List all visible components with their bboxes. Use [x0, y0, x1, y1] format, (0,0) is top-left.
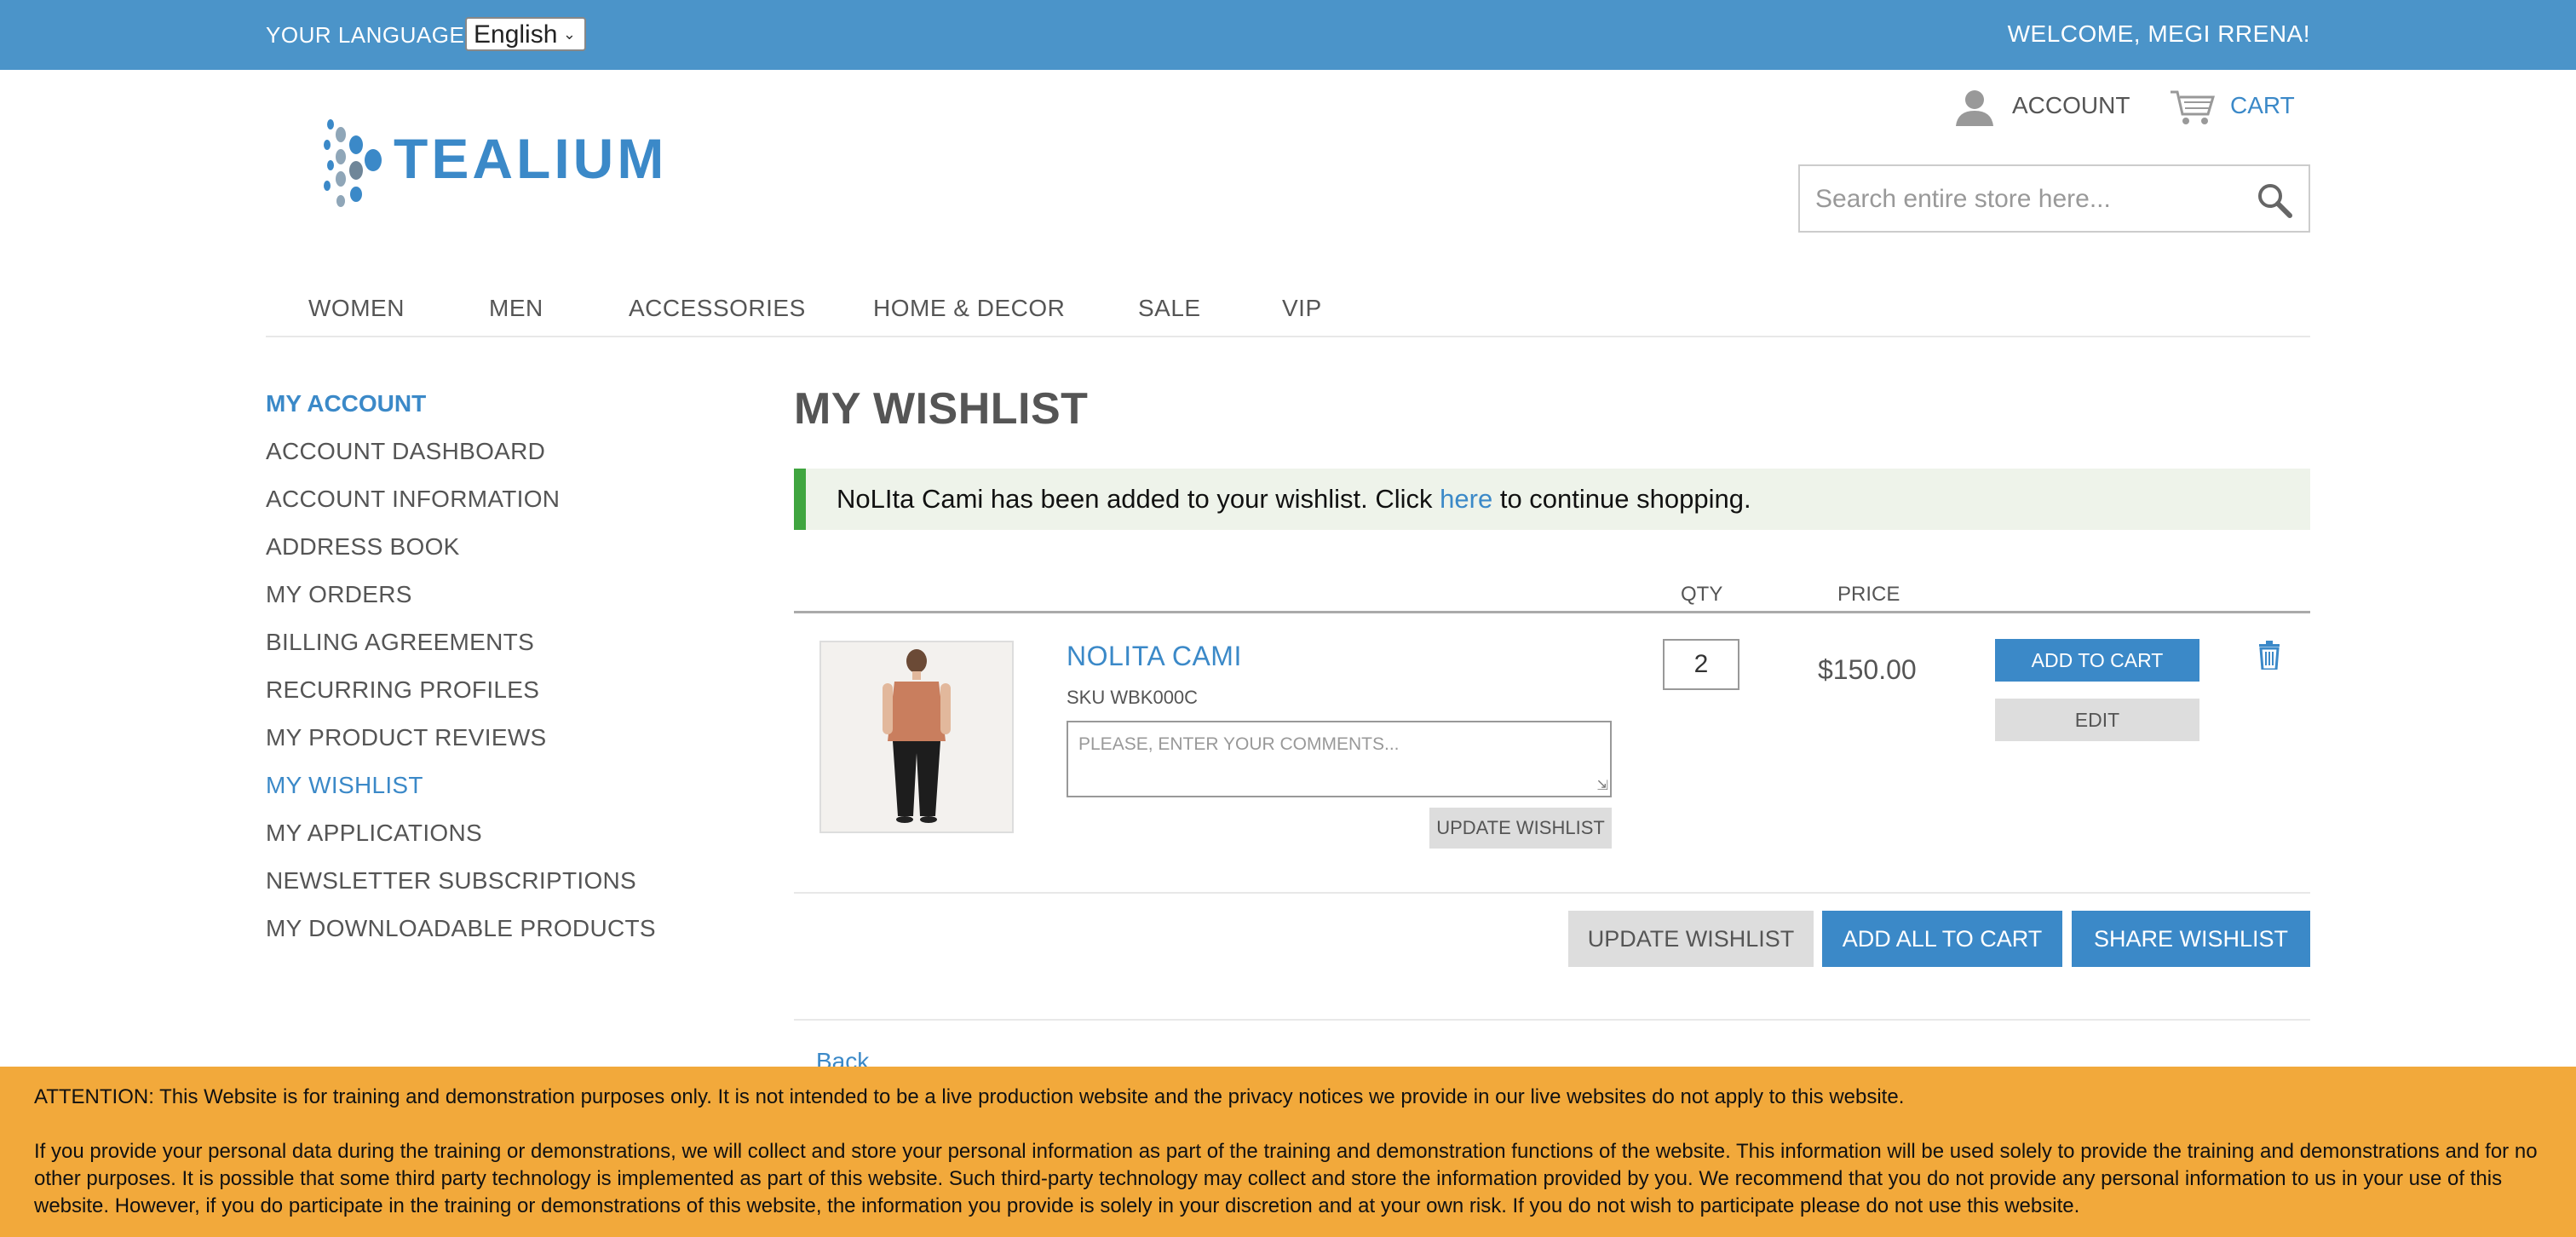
update-wishlist-button[interactable]: UPDATE WISHLIST	[1568, 911, 1814, 967]
attention-text: ATTENTION: This Website is for training …	[34, 1085, 1905, 1108]
logo-mark-icon	[324, 119, 382, 207]
nav-item-vip[interactable]: VIP	[1282, 295, 1322, 322]
sidebar-item-my-product-reviews[interactable]: MY PRODUCT REVIEWS	[266, 724, 547, 751]
search-icon[interactable]	[2256, 181, 2293, 219]
cart-icon	[2171, 90, 2216, 124]
search-placeholder: Search entire store here...	[1815, 185, 2111, 213]
comment-textarea[interactable]: PLEASE, ENTER YOUR COMMENTS... ⇲	[1067, 721, 1612, 797]
sidebar-title: MY ACCOUNT	[266, 390, 427, 417]
language-label: YOUR LANGUAGE:	[266, 22, 472, 48]
product-price: $150.00	[1818, 654, 1917, 685]
comment-placeholder: PLEASE, ENTER YOUR COMMENTS...	[1078, 734, 1400, 754]
edit-button[interactable]: EDIT	[1995, 699, 2199, 741]
product-photo	[821, 642, 1012, 831]
actions-divider	[794, 1019, 2310, 1021]
sidebar-item-newsletter-subscriptions[interactable]: NEWSLETTER SUBSCRIPTIONS	[266, 867, 636, 895]
success-message: NoLIta Cami has been added to your wishl…	[794, 469, 2310, 530]
product-sku: SKU WBK000C	[1067, 687, 1199, 708]
quantity-input[interactable]: 2	[1663, 639, 1739, 690]
welcome-message: WELCOME, MEGI RRENA!	[2007, 20, 2310, 47]
chevron-down-icon: ⌄	[562, 26, 576, 43]
add-all-to-cart-button[interactable]: ADD ALL TO CART	[1822, 911, 2062, 967]
main-nav: WOMEN MEN ACCESSORIES HOME & DECOR SALE …	[266, 290, 2310, 337]
sidebar-item-my-downloadable-products[interactable]: MY DOWNLOADABLE PRODUCTS	[266, 915, 656, 942]
message-text-before: NoLIta Cami has been added to your wishl…	[837, 484, 1440, 514]
sidebar-item-my-wishlist[interactable]: MY WISHLIST	[266, 772, 423, 799]
sidebar-item-account-information[interactable]: ACCOUNT INFORMATION	[266, 486, 560, 513]
table-header-divider	[794, 611, 2310, 613]
account-link[interactable]: ACCOUNT	[1954, 89, 2130, 126]
user-icon	[1956, 90, 1993, 126]
sidebar-item-recurring-profiles[interactable]: RECURRING PROFILES	[266, 676, 539, 704]
resize-grip-icon[interactable]: ⇲	[1597, 777, 1608, 794]
top-bar: YOUR LANGUAGE: English ⌄ WELCOME, MEGI R…	[0, 0, 2576, 70]
sidebar-item-billing-agreements[interactable]: BILLING AGREEMENTS	[266, 629, 534, 656]
language-selected-value: English	[474, 20, 558, 49]
logo-text: TEALIUM	[394, 127, 668, 190]
add-to-cart-button[interactable]: ADD TO CART	[1995, 639, 2199, 682]
cart-label: CART	[2230, 92, 2295, 118]
sidebar-item-my-orders[interactable]: MY ORDERS	[266, 581, 412, 608]
product-name-link[interactable]: NOLITA CAMI	[1067, 641, 1242, 672]
sidebar-item-my-applications[interactable]: MY APPLICATIONS	[266, 820, 482, 847]
page-title: MY WISHLIST	[794, 384, 1089, 434]
nav-item-women[interactable]: WOMEN	[308, 295, 405, 322]
update-item-button[interactable]: UPDATE WISHLIST	[1429, 808, 1612, 849]
account-label: ACCOUNT	[2012, 92, 2130, 118]
nav-item-men[interactable]: MEN	[489, 295, 543, 322]
sidebar-item-account-dashboard[interactable]: ACCOUNT DASHBOARD	[266, 438, 545, 465]
column-header-qty: QTY	[1681, 583, 1723, 606]
nav-item-sale[interactable]: SALE	[1138, 295, 1201, 322]
attention-banner: ATTENTION: This Website is for training …	[0, 1067, 2576, 1237]
row-divider	[794, 892, 2310, 894]
message-text-after: to continue shopping.	[1492, 484, 1751, 514]
privacy-text: If you provide your personal data during…	[34, 1140, 2538, 1217]
success-message-text: NoLIta Cami has been added to your wishl…	[837, 484, 1751, 515]
nav-item-accessories[interactable]: ACCESSORIES	[629, 295, 806, 322]
sidebar-item-address-book[interactable]: ADDRESS BOOK	[266, 533, 460, 561]
column-header-price: PRICE	[1837, 583, 1900, 606]
search-input[interactable]: Search entire store here...	[1798, 164, 2310, 233]
trash-icon[interactable]	[2257, 641, 2281, 670]
nav-item-home-decor[interactable]: HOME & DECOR	[873, 295, 1065, 322]
continue-shopping-link[interactable]: here	[1440, 484, 1492, 514]
language-select[interactable]: English ⌄	[465, 17, 586, 51]
share-wishlist-button[interactable]: SHARE WISHLIST	[2072, 911, 2310, 967]
cart-link[interactable]: CART	[2169, 89, 2295, 126]
product-image[interactable]	[819, 641, 1014, 833]
